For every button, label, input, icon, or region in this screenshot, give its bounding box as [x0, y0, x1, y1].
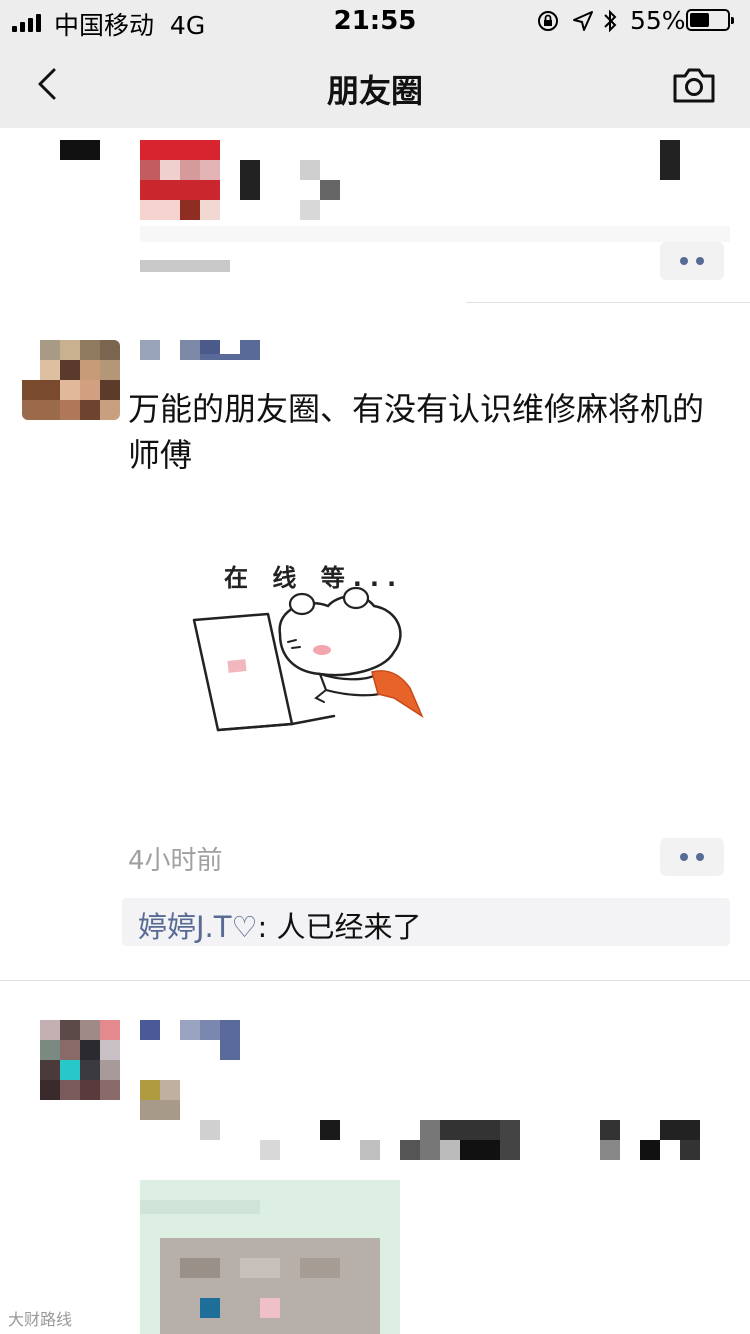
- more-dots-icon[interactable]: [660, 242, 724, 280]
- sticker-image[interactable]: [188, 548, 438, 738]
- avatar[interactable]: [22, 340, 120, 420]
- camera-icon[interactable]: [672, 66, 716, 104]
- page-title: 朋友圈: [326, 72, 423, 110]
- comment-item[interactable]: 婷婷J.T♡: 人已经来了: [138, 904, 422, 946]
- location-arrow-icon: [573, 11, 593, 31]
- moment-post: [0, 1000, 750, 1334]
- timestamp: [140, 260, 230, 272]
- divider: [466, 302, 750, 303]
- moment-post: [0, 128, 750, 303]
- avatar[interactable]: [40, 1020, 120, 1100]
- avatar[interactable]: [60, 140, 100, 160]
- comment-author[interactable]: 婷婷J.T♡: [138, 910, 257, 944]
- post-text: 万能的朋友圈、有没有认识维修麻将机的师傅: [128, 390, 705, 474]
- post-image[interactable]: [140, 140, 220, 220]
- watermark: 大财路线: [8, 1310, 73, 1329]
- status-bar: 中国移动 4G 21:55 55%: [0, 0, 750, 42]
- author-name[interactable]: [140, 340, 160, 360]
- battery-icon: [686, 9, 734, 31]
- orientation-lock-icon: [538, 11, 558, 31]
- bluetooth-icon: [604, 9, 617, 33]
- author-name[interactable]: [140, 1020, 160, 1040]
- battery-percent: 55%: [630, 6, 686, 35]
- comment-text: 人已经来了: [276, 910, 422, 944]
- nav-bar: 朋友圈: [0, 42, 750, 128]
- post-image[interactable]: [140, 1180, 400, 1334]
- comment-separator: :: [257, 910, 277, 944]
- timestamp: 4小时前: [128, 846, 223, 876]
- divider: [0, 980, 750, 981]
- more-dots-icon[interactable]: [660, 838, 724, 876]
